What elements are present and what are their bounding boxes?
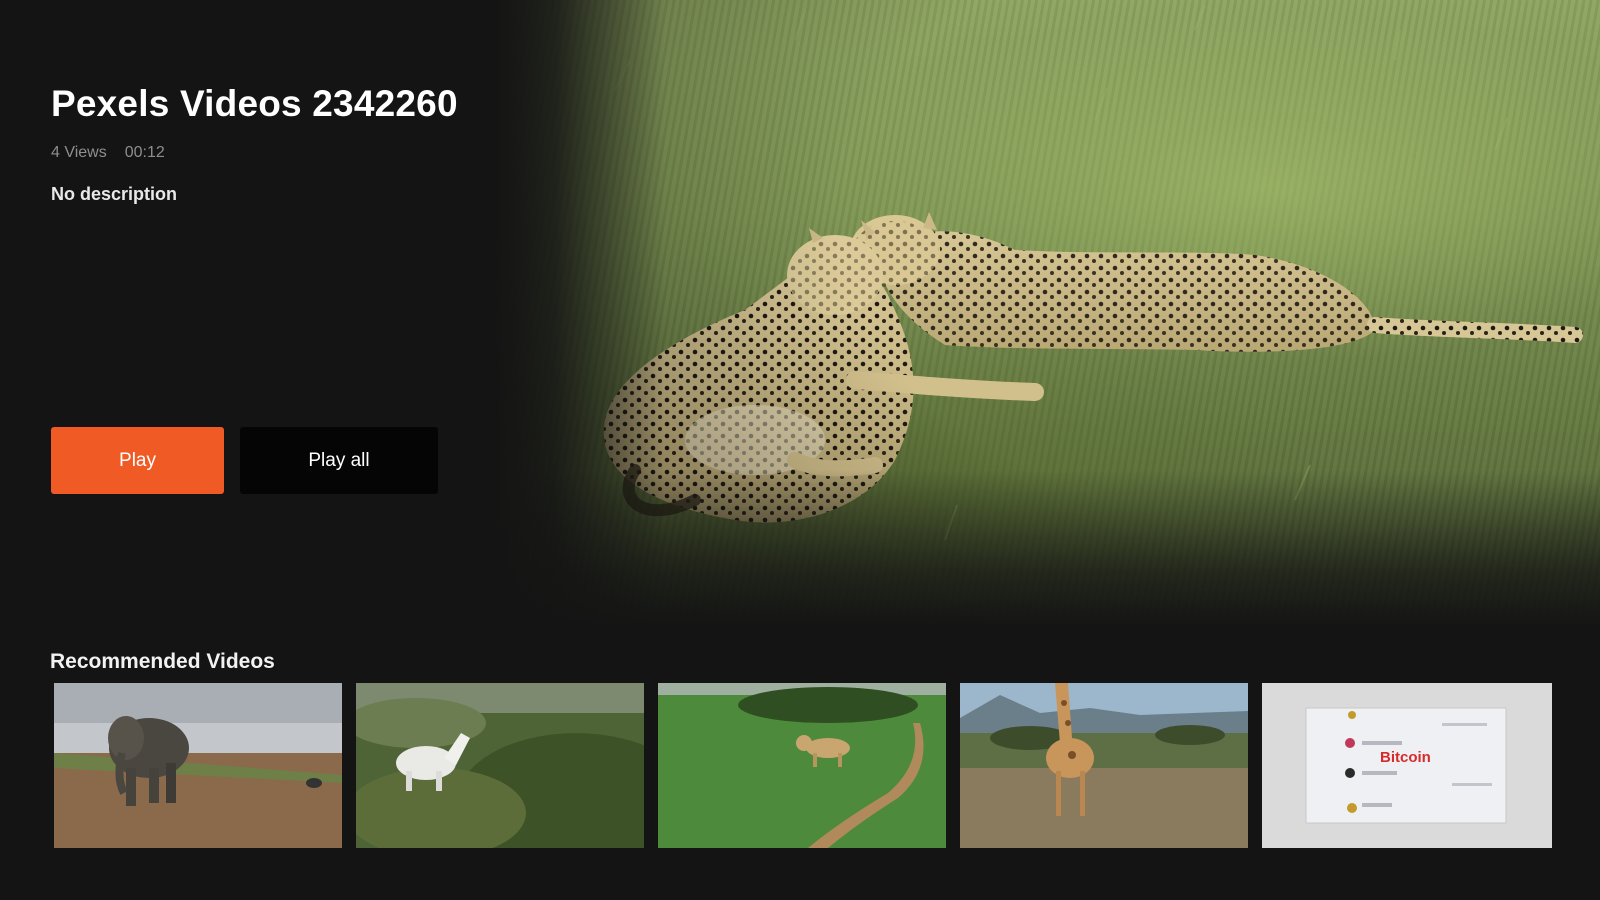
play-all-button[interactable]: Play all [240, 427, 438, 494]
lioness-image [658, 683, 946, 848]
hero-fade-bottom [495, 470, 1600, 630]
giraffe-image [960, 683, 1248, 848]
play-button[interactable]: Play [51, 427, 224, 494]
video-description: No description [51, 184, 178, 204]
action-buttons: Play Play all [51, 427, 438, 494]
recommended-thumbnail-giraffe[interactable] [960, 683, 1248, 848]
elephant-image [54, 683, 342, 848]
recommended-thumbnail-white-horse[interactable] [356, 683, 644, 848]
video-meta: 4 Views 00:12 [51, 144, 491, 162]
bitcoin-label: Bitcoin [1380, 749, 1431, 766]
recommended-thumbnail-lioness[interactable] [658, 683, 946, 848]
video-title: Pexels Videos 2342260 [51, 83, 458, 124]
recommended-heading: Recommended Videos [50, 650, 275, 673]
view-count: 4 Views [51, 144, 107, 161]
recommended-thumbnail-elephant[interactable] [54, 683, 342, 848]
recommended-thumbnail-bitcoin[interactable]: Bitcoin [1262, 683, 1552, 848]
video-details: Pexels Videos 2342260 4 Views 00:12 No d… [51, 80, 491, 205]
white-horse-image [356, 683, 644, 848]
video-duration: 00:12 [124, 144, 165, 161]
